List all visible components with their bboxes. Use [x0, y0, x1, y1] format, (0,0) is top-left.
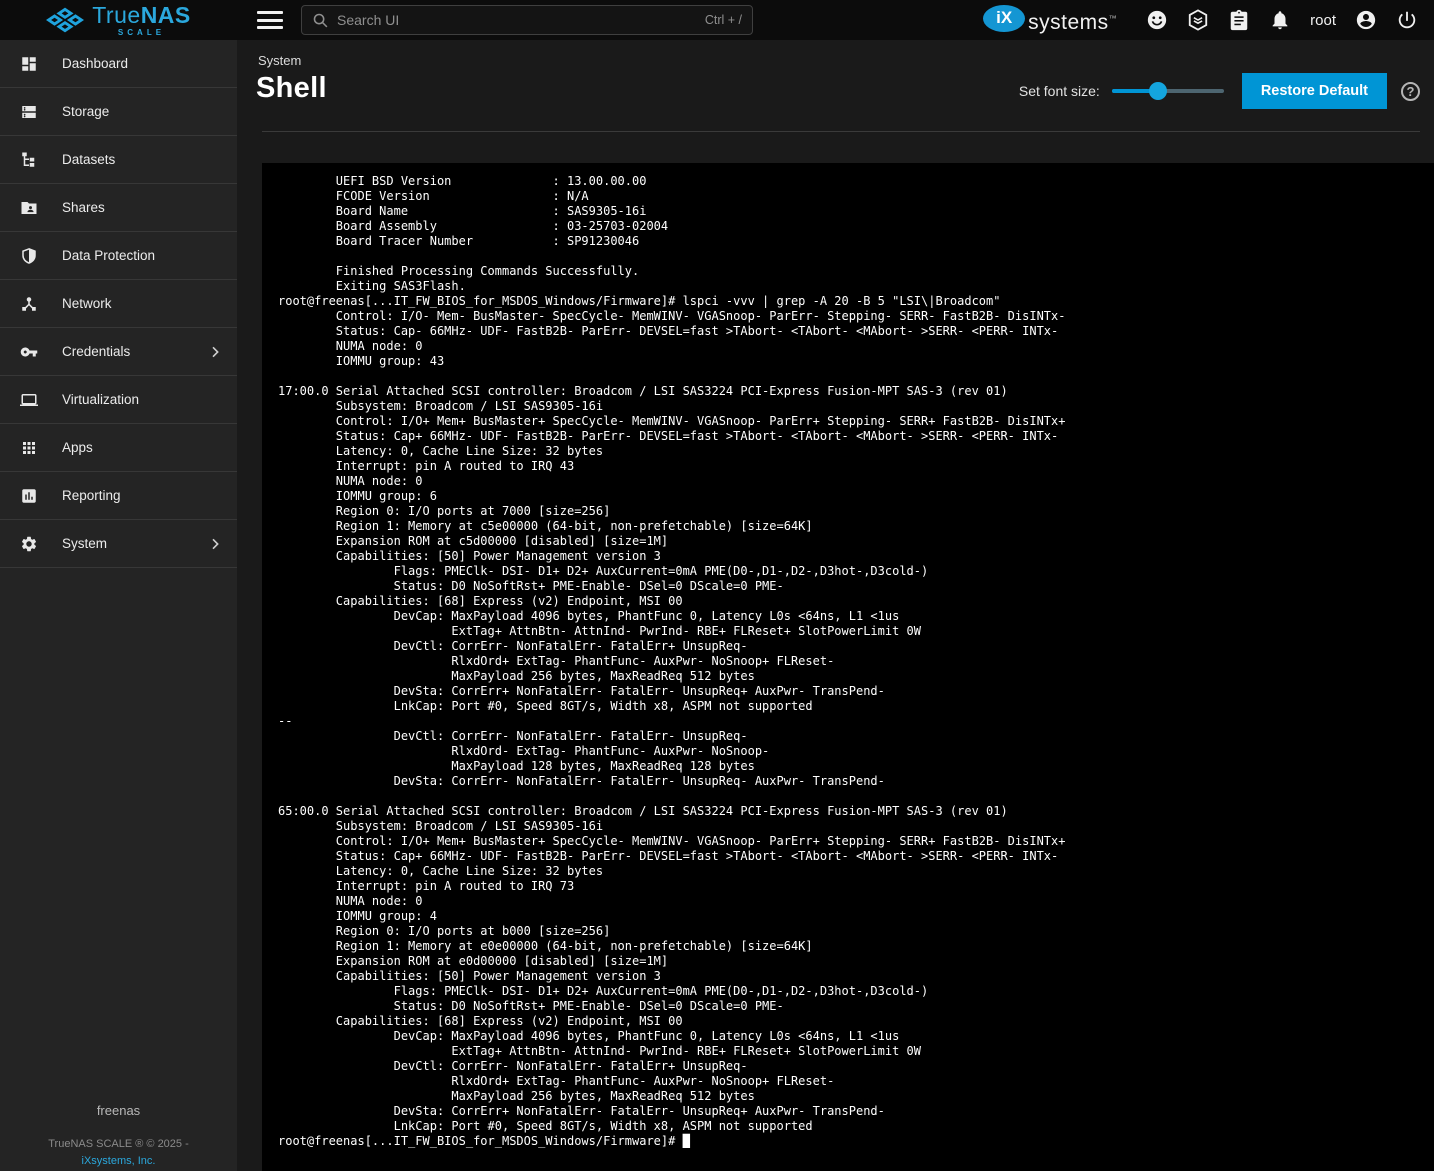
bar-chart-icon [20, 487, 38, 505]
restore-default-button[interactable]: Restore Default [1242, 73, 1387, 109]
brand-nas: NAS [141, 2, 191, 28]
sidebar-item-label: Virtualization [62, 392, 139, 407]
sidebar-item-virtualization[interactable]: Virtualization [0, 376, 237, 424]
storage-icon [20, 103, 38, 121]
font-size-label: Set font size: [1019, 83, 1100, 99]
chevron-right-icon [207, 344, 223, 360]
shell-terminal[interactable]: UEFI BSD Version : 13.00.00.00 FCODE Ver… [262, 163, 1434, 1171]
sidebar-footer: freenas TrueNAS SCALE ® © 2025 - iXsyste… [0, 1103, 237, 1171]
ixsystems-logo-mark: iX [983, 5, 1025, 32]
sidebar-item-label: Apps [62, 440, 93, 455]
search-box[interactable]: Ctrl + / [301, 5, 753, 35]
header-divider [262, 131, 1420, 132]
laptop-icon [20, 391, 38, 409]
sidebar-item-data-protection[interactable]: Data Protection [0, 232, 237, 280]
key-icon [20, 343, 38, 361]
username-label: root [1310, 12, 1336, 29]
chevron-right-icon [207, 536, 223, 552]
account-icon[interactable] [1355, 9, 1377, 31]
power-icon[interactable] [1396, 9, 1418, 31]
hostname-label: freenas [0, 1103, 237, 1118]
sidebar-item-network[interactable]: Network [0, 280, 237, 328]
hamburger-menu-icon[interactable] [257, 11, 283, 29]
sidebar-item-label: Storage [62, 104, 109, 119]
font-size-slider[interactable] [1112, 82, 1224, 100]
sidebar-item-shares[interactable]: Shares [0, 184, 237, 232]
shield-icon [20, 247, 38, 265]
truenas-logo-text: TrueNAS SCALE [92, 4, 191, 37]
dashboard-icon [20, 55, 38, 73]
datasets-icon [20, 151, 38, 169]
sidebar-item-reporting[interactable]: Reporting [0, 472, 237, 520]
terminal-output: UEFI BSD Version : 13.00.00.00 FCODE Ver… [262, 163, 1434, 1149]
shell-controls: Set font size: Restore Default ? [1019, 73, 1420, 109]
notifications-icon[interactable] [1269, 9, 1291, 31]
slider-thumb[interactable] [1149, 82, 1167, 100]
sidebar: Dashboard Storage Datasets Shares Data P… [0, 40, 237, 1171]
jobs-icon[interactable] [1228, 9, 1250, 31]
network-icon [20, 295, 38, 313]
ixsystems-logo[interactable]: iX systems™ [983, 5, 1117, 36]
brand-scale: SCALE [92, 29, 191, 37]
search-icon [312, 12, 329, 29]
sidebar-item-label: Shares [62, 200, 105, 215]
sidebar-item-label: System [62, 536, 107, 551]
brand-true: True [92, 2, 140, 28]
search-shortcut-hint: Ctrl + / [705, 13, 742, 27]
sidebar-item-system[interactable]: System [0, 520, 237, 568]
truenas-logo[interactable]: TrueNAS SCALE [0, 0, 237, 40]
search-input[interactable] [337, 12, 705, 28]
app-topbar: TrueNAS SCALE Ctrl + / iX systems™ [0, 0, 1434, 40]
breadcrumb[interactable]: System [258, 53, 301, 68]
ixsystems-link[interactable]: iXsystems, Inc. [0, 1155, 237, 1167]
feedback-icon[interactable] [1146, 9, 1168, 31]
sidebar-item-datasets[interactable]: Datasets [0, 136, 237, 184]
help-icon[interactable]: ? [1401, 82, 1420, 101]
sidebar-item-label: Reporting [62, 488, 121, 503]
sidebar-item-label: Network [62, 296, 112, 311]
main-content: System Shell Set font size: Restore Defa… [237, 40, 1434, 1171]
sidebar-item-label: Datasets [62, 152, 115, 167]
sidebar-item-label: Data Protection [62, 248, 155, 263]
sidebar-item-apps[interactable]: Apps [0, 424, 237, 472]
truenas-logo-icon [46, 6, 84, 34]
gear-icon [20, 535, 38, 553]
truecommand-icon[interactable] [1187, 9, 1209, 31]
ixsystems-logo-text: systems™ [1028, 5, 1117, 36]
sidebar-item-credentials[interactable]: Credentials [0, 328, 237, 376]
apps-grid-icon [20, 439, 38, 457]
sidebar-item-storage[interactable]: Storage [0, 88, 237, 136]
shares-icon [20, 199, 38, 217]
sidebar-item-dashboard[interactable]: Dashboard [0, 40, 237, 88]
sidebar-item-label: Dashboard [62, 56, 128, 71]
sidebar-item-label: Credentials [62, 344, 130, 359]
page-title: Shell [256, 72, 327, 105]
copyright-text: TrueNAS SCALE ® © 2025 - [0, 1138, 237, 1150]
